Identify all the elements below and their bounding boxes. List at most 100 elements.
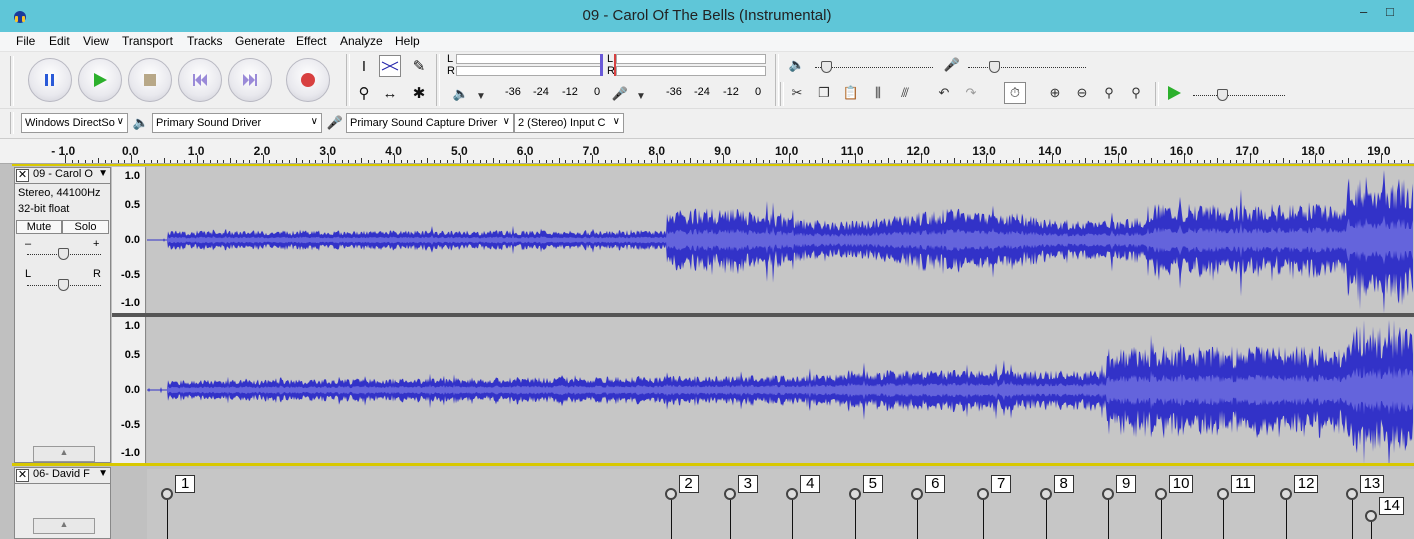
menu-transport[interactable]: Transport [122,34,173,48]
label-handle-icon[interactable] [664,488,677,500]
draw-tool-icon[interactable]: ✎ [408,55,430,77]
minimize-button[interactable]: – [1360,4,1367,19]
menu-help[interactable]: Help [395,34,420,48]
label-4[interactable]: 4 [800,475,821,493]
menu-generate[interactable]: Generate [235,34,285,48]
speaker-icon[interactable]: 🔈 [450,83,472,105]
record-button[interactable] [286,58,330,102]
label-handle-icon[interactable] [1365,510,1378,522]
pause-button[interactable] [28,58,72,102]
chevron-down-icon[interactable]: ▼ [630,85,652,107]
playback-device-select[interactable]: Primary Sound Driver ∨ [152,113,322,133]
mute-button[interactable]: Mute [16,220,62,234]
label-8[interactable]: 8 [1053,475,1074,493]
timeline-ruler[interactable]: - 1.0 0.0 1.0 2.0 3.0 4.0 5.0 6.0 7.0 8.0 9.0 10.0 1… [0,138,1414,164]
track-name-menu[interactable]: ✕ 09 - Carol O ▼ [15,168,110,184]
multi-tool-icon[interactable]: ✱ [408,82,430,104]
toolbar-grip[interactable] [10,112,14,134]
cut-icon[interactable]: ✂ [786,82,808,104]
zoom-out-icon[interactable]: ⊖ [1071,82,1093,104]
play-speed-thumb[interactable] [1217,89,1228,101]
fit-selection-icon[interactable]: ⚲ [1098,82,1120,104]
menu-view[interactable]: View [83,34,109,48]
recording-channels-select[interactable]: 2 (Stereo) Input C ∨ [514,113,624,133]
trim-audio-icon[interactable]: ⫼ [867,82,889,104]
label-track-name-menu[interactable]: ✕ 06- David F ▼ [15,468,110,484]
label-handle-icon[interactable] [977,488,990,500]
menu-file[interactable]: File [16,34,35,48]
label-handle-icon[interactable] [1279,488,1292,500]
label-3[interactable]: 3 [737,475,758,493]
skip-to-start-button[interactable] [178,58,222,102]
waveform-left-channel[interactable] [147,167,1414,314]
label-5[interactable]: 5 [862,475,883,493]
toolbar-grip[interactable] [346,54,350,106]
play-speed-slider[interactable] [1193,95,1285,96]
label-track[interactable]: 1 2 3 4 5 6 7 8 9 10 11 12 13 14 [147,469,1414,539]
amplitude-ruler-left-channel[interactable]: 1.0 0.5 0.0 -0.5 -1.0 [112,167,146,313]
collapse-track-button[interactable]: ▲ [33,518,95,534]
record-meter-right[interactable] [616,66,766,76]
label-handle-icon[interactable] [848,488,861,500]
redo-icon[interactable]: ↷ [960,82,982,104]
solo-button[interactable]: Solo [62,220,109,234]
record-meter-left[interactable] [616,54,766,64]
close-track-icon[interactable]: ✕ [16,169,29,182]
input-volume-thumb[interactable] [989,61,1000,73]
toolbar-grip[interactable] [780,82,784,106]
label-11[interactable]: 11 [1231,475,1255,493]
microphone-icon[interactable]: 🎤 [609,83,631,105]
label-6[interactable]: 6 [925,475,946,493]
label-13[interactable]: 13 [1359,475,1385,493]
label-handle-icon[interactable] [723,488,736,500]
envelope-tool-icon[interactable] [379,55,401,77]
zoom-in-icon[interactable]: ⊕ [1044,82,1066,104]
label-handle-icon[interactable] [1039,488,1052,500]
play-button[interactable] [78,58,122,102]
fit-project-icon[interactable]: ⚲ [1125,82,1147,104]
copy-icon[interactable]: ❐ [813,82,835,104]
chevron-down-icon[interactable]: ▼ [470,85,492,107]
label-handle-icon[interactable] [786,488,799,500]
play-at-speed-icon[interactable] [1163,82,1185,104]
selection-tool-icon[interactable]: I [353,55,375,77]
menu-analyze[interactable]: Analyze [340,34,383,48]
label-1[interactable]: 1 [175,475,196,493]
label-7[interactable]: 7 [991,475,1012,493]
toolbar-grip[interactable] [10,56,14,106]
label-2[interactable]: 2 [678,475,699,493]
toolbar-grip[interactable] [775,54,779,106]
gain-slider-thumb[interactable] [58,248,69,260]
maximize-button[interactable]: □ [1386,4,1394,19]
menu-effect[interactable]: Effect [296,34,326,48]
sync-lock-icon[interactable]: ⏱ [1004,82,1026,104]
label-10[interactable]: 10 [1168,475,1194,493]
amplitude-ruler-right-channel[interactable]: 1.0 0.5 0.0 -0.5 -1.0 [112,317,146,463]
output-volume-slider[interactable] [815,67,933,68]
skip-to-end-button[interactable] [228,58,272,102]
close-track-icon[interactable]: ✕ [16,469,29,482]
output-volume-thumb[interactable] [821,61,832,73]
collapse-track-button[interactable]: ▲ [33,446,95,462]
waveform-right-channel[interactable] [147,317,1414,469]
label-handle-icon[interactable] [1154,488,1167,500]
toolbar-grip[interactable] [1155,82,1159,106]
label-handle-icon[interactable] [161,488,174,500]
audio-host-select[interactable]: Windows DirectSo ∨ [21,113,128,133]
zoom-tool-icon[interactable]: ⚲ [353,82,375,104]
paste-icon[interactable]: 📋 [840,82,862,104]
recording-device-select[interactable]: Primary Sound Capture Driver ∨ [346,113,514,133]
input-volume-slider[interactable] [968,67,1086,68]
playback-meter-right[interactable] [456,66,602,76]
label-handle-icon[interactable] [1102,488,1115,500]
label-handle-icon[interactable] [911,488,924,500]
label-9[interactable]: 9 [1116,475,1137,493]
stop-button[interactable] [128,58,172,102]
label-handle-icon[interactable] [1217,488,1230,500]
menu-edit[interactable]: Edit [49,34,70,48]
toolbar-grip[interactable] [436,54,440,106]
time-shift-tool-icon[interactable]: ↔ [379,82,401,104]
menu-tracks[interactable]: Tracks [187,34,223,48]
playback-meter-left[interactable] [456,54,602,64]
silence-audio-icon[interactable]: ⫻ [894,82,916,104]
